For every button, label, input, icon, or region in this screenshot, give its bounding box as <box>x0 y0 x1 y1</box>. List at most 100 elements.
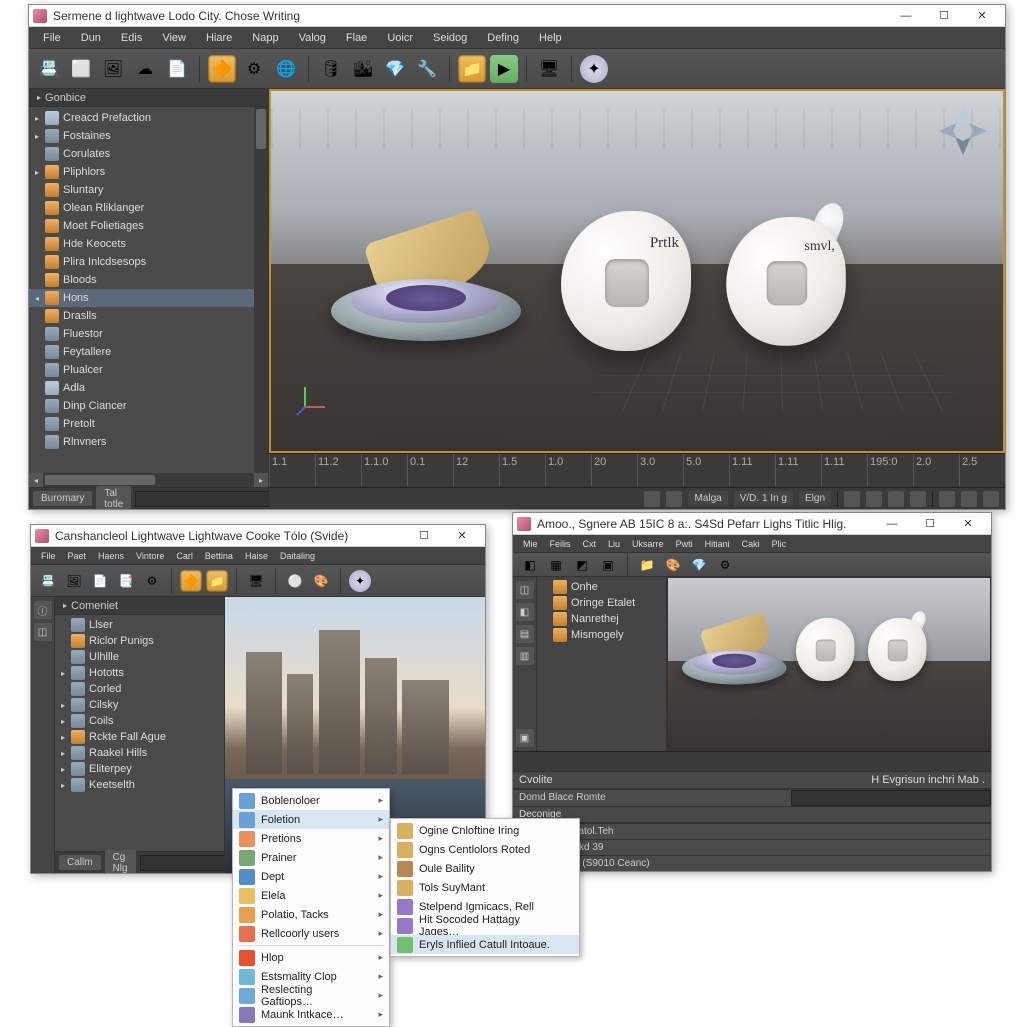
tree-item[interactable]: Plira Inlcdsesops <box>29 253 254 271</box>
tree-item[interactable]: ▸Coils <box>55 713 224 729</box>
menu-item[interactable]: Plic <box>766 537 793 551</box>
tool-icon[interactable]: ⚙ <box>714 554 736 576</box>
tool-icon[interactable]: 📄 <box>163 55 191 83</box>
vtool-icon[interactable]: ▣ <box>516 729 534 747</box>
maximize-button[interactable]: ☐ <box>911 514 949 534</box>
object-pod[interactable]: Prtlk <box>561 211 691 361</box>
maximize-button[interactable]: ☐ <box>405 526 443 546</box>
tool-icon[interactable]: 🖼 <box>63 570 85 592</box>
status-icon[interactable] <box>983 491 999 507</box>
menu-item[interactable]: Napp <box>242 29 288 47</box>
tree-item[interactable]: Riclor Punigs <box>55 633 224 649</box>
tool-icon[interactable]: 💎 <box>688 554 710 576</box>
3d-viewport[interactable]: Prtlk smvl, <box>269 89 1005 453</box>
menu-item[interactable]: Liu <box>602 537 626 551</box>
menu-item[interactable]: Boblenoloer▸ <box>233 791 389 810</box>
footer-button[interactable]: Cg Nlg <box>105 850 136 874</box>
tool-icon[interactable]: ✦ <box>580 55 608 83</box>
tree-item[interactable]: Adla <box>29 379 254 397</box>
vtool-icon[interactable]: ▥ <box>516 647 534 665</box>
object-disc[interactable] <box>331 231 521 341</box>
scene-tree[interactable]: ▸Creacd Prefaction▸FostainesCorulates▸Pl… <box>29 107 254 473</box>
scene-tree[interactable]: LlserRiclor PunigsUlhllle▸HotottsCorled▸… <box>55 615 224 851</box>
status-icon[interactable] <box>910 491 926 507</box>
titlebar[interactable]: Canshancleol Lightwave Lightwave Cooke T… <box>31 525 485 547</box>
status-icon[interactable] <box>866 491 882 507</box>
object-pod[interactable]: smvl, <box>726 217 846 355</box>
tree-item[interactable]: Oringe Etalet <box>537 595 666 611</box>
close-button[interactable]: ✕ <box>949 514 987 534</box>
tool-icon[interactable]: 📁 <box>458 55 486 83</box>
tree-item[interactable]: ▸Hototts <box>55 665 224 681</box>
tool-icon[interactable]: 📁 <box>636 554 658 576</box>
menu-item[interactable]: Feilis <box>544 537 577 551</box>
menu-item[interactable]: Bettina <box>199 549 239 563</box>
menu-item[interactable]: View <box>152 29 196 47</box>
menu-item[interactable]: Eryls Inflied Catull Intoaue. <box>391 935 579 954</box>
menu-item[interactable]: Uoicr <box>377 29 423 47</box>
tool-icon[interactable]: 🖥 <box>535 55 563 83</box>
menu-item[interactable]: Dun <box>71 29 111 47</box>
tool-icon[interactable]: ⚙ <box>240 55 268 83</box>
3d-viewport[interactable] <box>667 577 991 751</box>
status-icon[interactable] <box>644 491 660 507</box>
context-menu[interactable]: Boblenoloer▸Foletion▸Pretions▸Prainer▸De… <box>232 788 390 1027</box>
tree-item[interactable]: Plualcer <box>29 361 254 379</box>
tool-icon[interactable]: 🖥 <box>245 570 267 592</box>
tool-icon[interactable]: 📇 <box>35 55 63 83</box>
tool-icon[interactable]: 🎨 <box>310 570 332 592</box>
menu-item[interactable]: Cxt <box>577 537 603 551</box>
titlebar[interactable]: Sermene d lightwave Lodo City. Chose Wri… <box>29 5 1005 27</box>
menu-item[interactable]: Edis <box>111 29 152 47</box>
scrollbar[interactable] <box>254 107 268 473</box>
tree-item[interactable]: Mismogely <box>537 627 666 643</box>
context-submenu[interactable]: Ogine Cnloftine IringOgns Centlolors Rot… <box>390 818 580 957</box>
status-icon[interactable] <box>888 491 904 507</box>
menu-item[interactable]: Caki <box>736 537 766 551</box>
tree-item[interactable]: ◂Hons <box>29 289 254 307</box>
tree-item[interactable]: Draslls <box>29 307 254 325</box>
menu-item[interactable]: File <box>33 29 71 47</box>
tree-item[interactable]: Nanrethej <box>537 611 666 627</box>
tool-icon[interactable]: 🖼 <box>99 55 127 83</box>
panel-header[interactable]: Comeniet <box>55 597 224 615</box>
tree-item[interactable]: ▸Keetselth <box>55 777 224 793</box>
tool-icon[interactable]: ▦ <box>545 554 567 576</box>
menu-item[interactable]: Ogns Centlolors Roted <box>391 840 579 859</box>
tool-icon[interactable]: 💎 <box>381 55 409 83</box>
menu-item[interactable]: Pwti <box>670 537 699 551</box>
tree-item[interactable]: Rlnvners <box>29 433 254 451</box>
tree-item[interactable]: Hde Keocets <box>29 235 254 253</box>
minimize-button[interactable]: — <box>887 6 925 26</box>
tree-item[interactable]: Onhe <box>537 579 666 595</box>
menu-item[interactable]: Dept▸ <box>233 867 389 886</box>
tool-icon[interactable]: ☁ <box>131 55 159 83</box>
menu-item[interactable]: Mie <box>517 537 544 551</box>
tree-item[interactable]: ▸Rckte Fall Ague <box>55 729 224 745</box>
close-button[interactable]: ✕ <box>443 526 481 546</box>
tool-icon[interactable]: ▶ <box>490 55 518 83</box>
tool-icon[interactable]: ✦ <box>349 570 371 592</box>
nav-gizmo-icon[interactable] <box>937 105 989 157</box>
status-field[interactable]: V/D. 1 In g <box>734 491 793 506</box>
status-icon[interactable] <box>961 491 977 507</box>
tree-item[interactable]: Llser <box>55 617 224 633</box>
menu-item[interactable]: Hlop▸ <box>233 948 389 967</box>
menu-item[interactable]: Haens <box>92 549 130 563</box>
tree-item[interactable]: ▸Creacd Prefaction <box>29 109 254 127</box>
menu-item[interactable]: Ogine Cnloftine Iring <box>391 821 579 840</box>
tool-icon[interactable]: 📄 <box>89 570 111 592</box>
tool-icon[interactable]: ▣ <box>597 554 619 576</box>
mini-tree[interactable]: OnheOringe EtaletNanrethejMismogely <box>537 577 666 645</box>
menu-item[interactable]: Uksarre <box>626 537 670 551</box>
menu-item[interactable]: Tols SuyMant <box>391 878 579 897</box>
vtool-icon[interactable]: ◫ <box>34 623 52 641</box>
menu-item[interactable]: Paet <box>62 549 93 563</box>
tree-item[interactable]: ▸Cilsky <box>55 697 224 713</box>
menu-item[interactable]: Rellcoorly users▸ <box>233 924 389 943</box>
menu-item[interactable]: Carl <box>170 549 199 563</box>
footer-button[interactable]: Tal totle <box>96 486 131 510</box>
minimize-button[interactable]: — <box>873 514 911 534</box>
vtool-icon[interactable]: ▤ <box>516 625 534 643</box>
status-icon[interactable] <box>844 491 860 507</box>
